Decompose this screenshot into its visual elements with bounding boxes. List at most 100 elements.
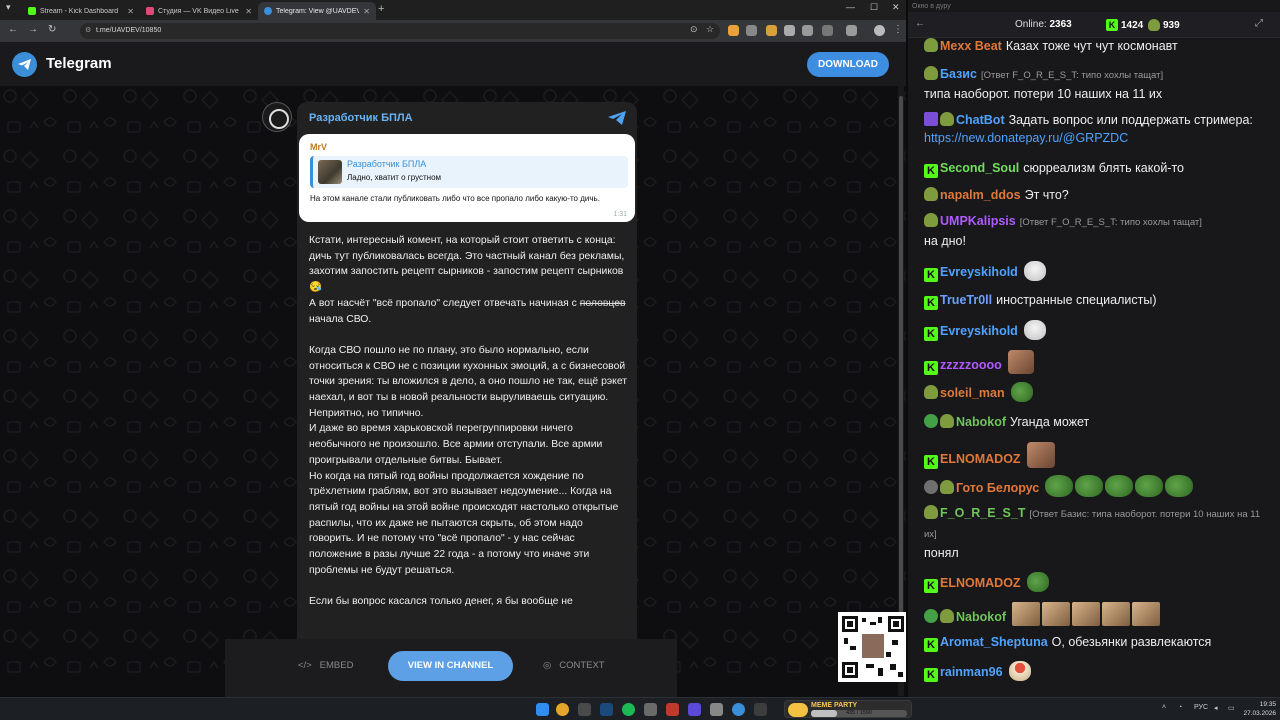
close-icon[interactable]: ✕ (363, 7, 370, 16)
start-icon[interactable] (536, 703, 549, 716)
split-view-icon[interactable] (822, 25, 833, 36)
maximize-icon[interactable]: ☐ (870, 2, 878, 13)
back-icon[interactable]: ← (914, 18, 926, 30)
embed-button[interactable]: </> EMBED (298, 660, 353, 671)
chat-username[interactable]: ELNOMADOZ (940, 576, 1021, 590)
channel-title[interactable]: Разработчик БПЛА (309, 112, 413, 124)
site-info-icon[interactable]: ⚙ (85, 23, 91, 39)
quoted-message[interactable]: Разработчик БПЛА Ладно, хватит о грустно… (310, 156, 628, 188)
download-button[interactable]: DOWNLOAD (807, 52, 889, 77)
network-icon[interactable]: ◔ (1178, 704, 1182, 711)
new-tab-button[interactable]: + (378, 3, 384, 15)
app-icon[interactable] (754, 703, 767, 716)
view-in-channel-button[interactable]: VIEW IN CHANNEL (388, 651, 513, 681)
kick-badge-icon (924, 455, 938, 469)
chat-text: О, обезьянки развлекаются (1051, 635, 1212, 649)
chat-username[interactable]: soleil_man (940, 386, 1005, 400)
extension-icon[interactable] (746, 25, 757, 36)
tab-search-icon[interactable]: ▾ (6, 2, 11, 13)
reply-reference[interactable]: [Ответ F_O_R_E_S_T: типо хохлы тащат] (1020, 217, 1202, 228)
cat-emote-icon (1042, 602, 1070, 626)
chat-username[interactable]: UMPKalipsis (940, 214, 1016, 228)
file-explorer-icon[interactable] (578, 703, 591, 716)
extensions-puzzle-icon[interactable] (802, 25, 813, 36)
chat-username[interactable]: zzzzzoooo (940, 358, 1002, 372)
telegram-brand[interactable]: Telegram (46, 55, 112, 72)
chat-username[interactable]: Evreyskihold (940, 324, 1018, 338)
app-icon[interactable] (666, 703, 679, 716)
chat-username[interactable]: ELNOMADOZ (940, 452, 1021, 466)
chat-username[interactable]: Гото Белорус (956, 481, 1039, 495)
quote-title: Разработчик БПЛА (347, 159, 427, 169)
extension-icon[interactable] (784, 25, 795, 36)
frog-emote-icon (1135, 475, 1164, 497)
meme-party-widget[interactable]: MEME PARTY 435 / 1590 (784, 700, 912, 718)
chat-username[interactable]: ChatBot (956, 113, 1005, 127)
telegram-logo-icon[interactable] (12, 52, 37, 77)
chat-username[interactable]: Nabokof (956, 415, 1006, 429)
tab-telegram[interactable]: Telegram: View @UAVDEV ✕ (258, 2, 376, 20)
minimize-icon[interactable]: — (846, 2, 855, 12)
kick-badge-icon (924, 361, 938, 375)
quote-thumbnail (318, 160, 342, 184)
post-paragraph: Если бы вопрос касался только денег, я б… (309, 596, 573, 608)
close-icon[interactable]: ✕ (245, 7, 252, 16)
scrollbar-thumb[interactable] (899, 96, 903, 636)
telegram-taskbar-icon[interactable] (732, 703, 745, 716)
post-action-bar: </> EMBED VIEW IN CHANNEL ◎ CONTEXT (225, 639, 677, 697)
steam-icon[interactable] (600, 703, 613, 716)
media-player-icon[interactable] (688, 703, 701, 716)
chat-username[interactable]: Evreyskihold (940, 265, 1018, 279)
page-scrollbar[interactable] (898, 86, 904, 696)
app-icon[interactable] (710, 703, 723, 716)
channel-avatar[interactable] (262, 102, 292, 132)
kick-badge-icon (924, 327, 938, 341)
tray-chevron-icon[interactable]: ˄ (1162, 704, 1166, 711)
expand-icon[interactable]: ⤢ (1253, 18, 1265, 30)
moderator-badge-icon (924, 480, 938, 494)
forward-icon[interactable]: → (28, 24, 38, 35)
telegram-share-icon[interactable] (607, 110, 627, 126)
chat-message: Second_Soul сюрреализм блять какой-то (924, 159, 1274, 178)
back-icon[interactable]: ← (8, 24, 18, 35)
spotify-icon[interactable] (622, 703, 635, 716)
chat-username[interactable]: Nabokof (956, 610, 1006, 624)
context-button[interactable]: ◎ CONTEXT (543, 660, 605, 671)
extension-icon[interactable] (766, 25, 777, 36)
lens-icon[interactable]: ⊙ (690, 24, 698, 35)
reply-author[interactable]: MrV (310, 142, 327, 152)
window-close-icon[interactable]: ✕ (892, 2, 900, 13)
donate-link[interactable]: https://new.donatepay.ru/@GRPZDC (924, 131, 1128, 145)
banana-icon (788, 703, 808, 717)
address-bar: ← → ↻ ⚙ t.me/UAVDEV/10850 ⊙ ☆ ⋮ (0, 20, 906, 42)
obs-icon[interactable] (644, 703, 657, 716)
chat-username[interactable]: TrueTr0ll (940, 293, 992, 307)
chat-message: Evreyskihold (924, 261, 1274, 282)
chat-username[interactable]: rainman96 (940, 665, 1003, 679)
clock-time: 19:35 (1259, 701, 1276, 708)
reload-icon[interactable]: ↻ (48, 24, 56, 35)
chrome-icon[interactable] (556, 703, 569, 716)
chat-username[interactable]: napalm_ddos (940, 188, 1021, 202)
bookmark-star-icon[interactable]: ☆ (706, 24, 714, 35)
close-icon[interactable]: ✕ (127, 7, 134, 16)
menu-icon[interactable]: ⋮ (893, 24, 903, 35)
url-input[interactable]: ⚙ t.me/UAVDEV/10850 (80, 23, 720, 39)
download-icon[interactable] (846, 25, 857, 36)
tab-kick-dashboard[interactable]: Stream - Kick Dashboard ✕ (22, 2, 140, 20)
volume-icon[interactable]: ◂ (1214, 704, 1218, 712)
reply-reference[interactable]: [Ответ F_O_R_E_S_T: типо хохлы тащат] (981, 70, 1163, 81)
chat-username[interactable]: F_O_R_E_S_T (940, 506, 1025, 520)
extension-icon[interactable] (728, 25, 739, 36)
strikethrough-text: половцев (579, 297, 626, 309)
system-clock[interactable]: 19:35 27.03.2026 (1240, 700, 1276, 718)
chat-message: Nabokof (924, 602, 1274, 626)
chat-username[interactable]: Second_Soul (940, 161, 1019, 175)
profile-icon[interactable] (874, 25, 885, 36)
chat-username[interactable]: Aromat_Sheptuna (940, 635, 1048, 649)
language-indicator[interactable]: РУС (1194, 704, 1208, 711)
tab-vk-studio[interactable]: Студия — VK Видео Live ✕ (140, 2, 258, 20)
chat-username[interactable]: Базис (940, 67, 977, 81)
chat-username[interactable]: Mexx Beat (940, 39, 1002, 53)
battery-icon[interactable]: ▭ (1228, 704, 1235, 712)
